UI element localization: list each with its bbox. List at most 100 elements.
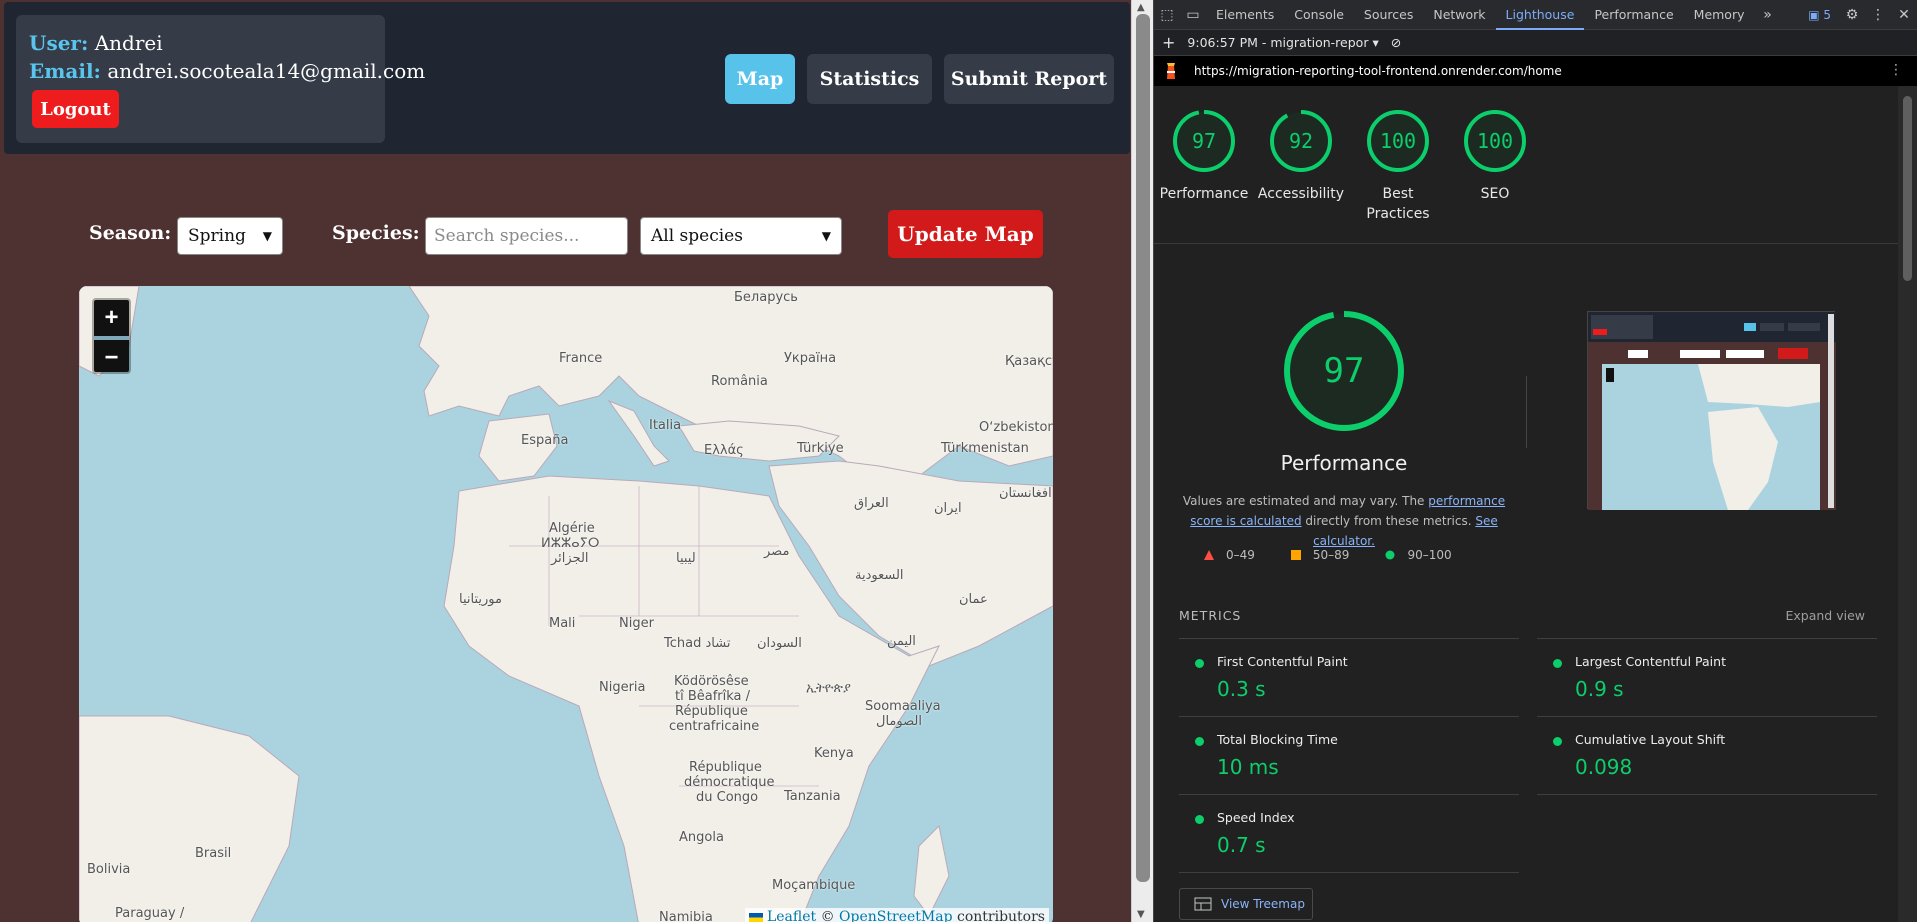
scrollbar-thumb[interactable] [1136,14,1150,882]
scroll-up-icon[interactable]: ▲ [1137,2,1145,13]
report-url-bar: https://migration-reporting-tool-fronten… [1154,56,1917,86]
map-label: République [675,704,748,719]
triangle-icon [1204,550,1214,560]
thumbnail-image [1588,312,1836,510]
devtools-scrollbar-thumb[interactable] [1903,96,1912,281]
species-search-input[interactable] [425,217,628,255]
issues-badge[interactable]: ▣ 5 [1800,8,1839,22]
zoom-out-button[interactable]: − [94,336,129,372]
species-select-value: All species [651,226,743,246]
map-label: ⵍⵣⵣⴰⵢⵔ [541,536,600,551]
report-selector-value: 9:06:57 PM - migration-repor [1187,35,1369,50]
leaflet-map[interactable]: Беларусь France Україна Қазақст România … [79,286,1053,922]
map-label: العراق [854,496,889,511]
map-label: Oʻzbekiston [979,420,1053,435]
expand-view-toggle[interactable]: Expand view [1785,608,1865,623]
map-label: مصر [764,544,790,559]
map-label: Angola [679,830,724,845]
score-label: SEO [1480,186,1510,202]
final-screenshot-thumbnail[interactable] [1587,311,1836,510]
map-label: Soomaaliya [865,699,941,714]
map-label: السودان [757,636,802,651]
metric-item: Cumulative Layout Shift 0.098 [1537,716,1877,794]
tab-network[interactable]: Network [1423,0,1495,30]
devtools-panel: ⬚ ▭ Elements Console Sources Network Lig… [1153,0,1917,922]
performance-description: Values are estimated and may vary. The p… [1179,491,1509,551]
leaflet-link[interactable]: Leaflet [767,909,816,922]
score-gauge[interactable]: 92 Accessibility [1251,108,1351,204]
metrics-heading: METRICS [1179,608,1242,623]
metric-name: First Contentful Paint [1217,654,1348,669]
pass-dot-icon [1553,737,1562,746]
settings-gear-icon[interactable]: ⚙ [1839,0,1865,30]
species-label: Species: [332,222,420,244]
more-options-icon[interactable]: ⋮ [1889,62,1903,78]
metric-name: Cumulative Layout Shift [1575,732,1726,747]
map-label: Algérie [549,521,595,536]
pass-dot-icon [1195,815,1204,824]
vertical-divider [1526,376,1527,448]
tab-console[interactable]: Console [1284,0,1354,30]
tab-performance[interactable]: Performance [1584,0,1683,30]
legend-fail-label: 0–49 [1226,548,1255,562]
season-select[interactable]: Spring ▼ [177,217,283,255]
map-label: Ελλάς [704,443,744,458]
nav-map-button[interactable]: Map [725,54,795,104]
map-label: Қазақст [1005,354,1053,369]
map-label: du Congo [696,790,759,805]
inspect-element-icon[interactable]: ⬚ [1154,0,1180,30]
zoom-in-button[interactable]: + [94,300,129,336]
pass-dot-icon [1195,737,1204,746]
legend-fail: 0–49 [1204,548,1255,562]
desc-text: Values are estimated and may vary. The [1182,494,1429,508]
scroll-down-icon[interactable]: ▼ [1137,909,1145,920]
gauge-ring: 100 [1365,108,1431,174]
tab-elements[interactable]: Elements [1206,0,1284,30]
nav-statistics-button[interactable]: Statistics [807,54,932,104]
view-treemap-button[interactable]: View Treemap [1179,888,1313,920]
tab-memory[interactable]: Memory [1684,0,1755,30]
score-gauge[interactable]: 100 Best Practices [1348,108,1448,224]
gauge-ring: 92 [1268,108,1334,174]
attribution-suffix: contributors [957,909,1045,922]
chevron-down-icon: ▼ [262,229,272,243]
chevron-down-icon: ▼ [821,229,831,243]
score-gauge[interactable]: 97 Performance [1154,108,1254,204]
map-label: عمان [959,592,988,607]
performance-gauge: 97 [1279,306,1409,436]
treemap-icon [1194,897,1212,911]
map-label: démocratique [684,775,775,790]
map-label: Namibia [659,910,713,922]
new-report-icon[interactable]: + [1162,33,1175,52]
metric-item: Largest Contentful Paint 0.9 s [1537,638,1877,716]
map-label: Paraguay / [115,906,185,921]
metric-item: First Contentful Paint 0.3 s [1179,638,1519,716]
device-toolbar-icon[interactable]: ▭ [1180,0,1206,30]
tab-lighthouse[interactable]: Lighthouse [1495,0,1585,30]
metric-item: Speed Index 0.7 s [1179,794,1519,872]
close-icon[interactable]: ✕ [1891,0,1917,30]
devtools-scrollbar[interactable] [1898,86,1917,922]
osm-link[interactable]: OpenStreetMap [839,909,953,922]
user-line: User: Andrei [29,29,372,57]
report-selector[interactable]: 9:06:57 PM - migration-repor ▾ [1187,35,1378,50]
tab-sources[interactable]: Sources [1354,0,1423,30]
logout-button[interactable]: Logout [32,90,119,128]
map-attribution: Leaflet © OpenStreetMap contributors [744,908,1049,922]
more-tabs-icon[interactable]: » [1755,0,1781,30]
page-scrollbar[interactable]: ▲ ▼ [1131,0,1153,922]
update-map-button[interactable]: Update Map [888,210,1043,258]
map-label: موريتانيا [459,592,502,607]
map-label: Tanzania [784,789,841,804]
map-label: România [711,374,768,389]
clear-reports-icon[interactable]: ⊘ [1391,35,1401,50]
map-label: افغانستان [999,486,1052,501]
map-label: Kenya [814,746,854,761]
nav-submit-report-button[interactable]: Submit Report [944,54,1114,104]
map-land-shapes [79,286,1053,922]
map-label: ایران [934,501,962,516]
more-options-icon[interactable]: ⋮ [1865,0,1891,30]
score-gauge[interactable]: 100 SEO [1445,108,1545,204]
species-select[interactable]: All species ▼ [640,217,842,255]
view-treemap-label: View Treemap [1221,897,1305,911]
